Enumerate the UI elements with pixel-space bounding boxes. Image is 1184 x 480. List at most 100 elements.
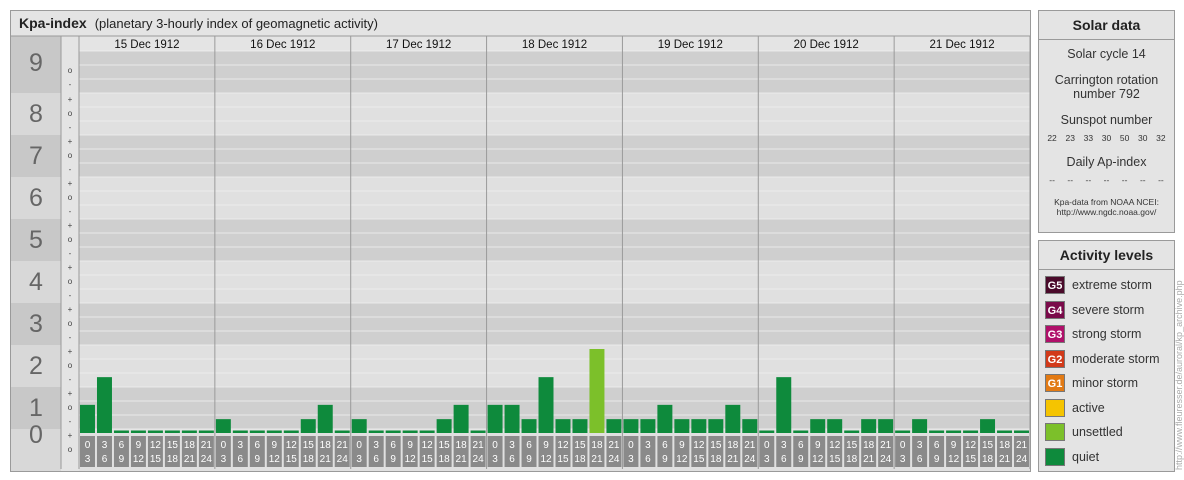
time-label-start: 12 <box>557 440 569 451</box>
kp-bar <box>368 430 384 433</box>
time-label-start: 18 <box>727 440 739 451</box>
time-label-start: 21 <box>880 440 892 451</box>
time-label-start: 18 <box>320 440 332 451</box>
kp-bar <box>776 377 792 433</box>
day-label: 19 Dec 1912 <box>658 39 723 51</box>
level-label: severe storm <box>1072 302 1145 317</box>
kp-bar <box>657 404 673 433</box>
level-swatch <box>1045 423 1065 442</box>
y-sub-tick: o <box>68 445 73 454</box>
y-sub-tick: + <box>68 347 73 356</box>
y-sub-tick: o <box>68 109 73 118</box>
time-label-start: 3 <box>509 440 515 451</box>
level-g4: G4 severe storm <box>1039 298 1174 323</box>
ap-value: -- <box>1103 175 1110 185</box>
kp-bar <box>589 349 605 433</box>
time-label-start: 0 <box>628 440 634 451</box>
time-label-start: 21 <box>473 440 485 451</box>
time-label-end: 12 <box>269 454 281 465</box>
day-label: 17 Dec 1912 <box>386 39 451 51</box>
time-label-start: 12 <box>693 440 705 451</box>
kp-bar <box>674 419 690 433</box>
y-sub-tick: o <box>68 151 73 160</box>
y-sub-tick: o <box>68 403 73 412</box>
time-label-start: 6 <box>390 440 396 451</box>
time-label-start: 12 <box>150 440 162 451</box>
sunspot-heading: Sunspot number <box>1060 113 1153 127</box>
time-label-start: 21 <box>744 440 756 451</box>
y-tick-label: 1 <box>29 394 43 422</box>
kp-bar <box>759 430 775 433</box>
time-label-end: 15 <box>965 454 977 465</box>
time-label-start: 12 <box>286 440 298 451</box>
y-sub-tick: o <box>68 361 73 370</box>
level-label: extreme storm <box>1072 278 1152 293</box>
kpa-chart-panel: Kpa-index (planetary 3-hourly index of ge… <box>10 10 1031 472</box>
y-level-band <box>79 93 1030 135</box>
time-label-end: 18 <box>574 454 586 465</box>
kp-bar <box>844 430 860 433</box>
y-sub-tick: - <box>69 375 72 384</box>
kp-bar <box>113 430 129 433</box>
time-label-end: 18 <box>982 454 994 465</box>
y-sub-tick: + <box>68 95 73 104</box>
time-label-start: 12 <box>422 440 434 451</box>
solar-cycle: Solar cycle 14 <box>1067 47 1146 61</box>
level-quiet: quiet <box>1039 445 1174 470</box>
y-sub-tick: - <box>69 165 72 174</box>
time-label-start: 9 <box>951 440 957 451</box>
time-label-start: 6 <box>662 440 668 451</box>
y-sub-tick: + <box>68 389 73 398</box>
y-level-band <box>79 303 1030 345</box>
time-label-start: 3 <box>917 440 923 451</box>
kp-bar <box>181 430 197 433</box>
day-label: 21 Dec 1912 <box>929 39 994 51</box>
time-label-start: 9 <box>407 440 413 451</box>
y-level-band <box>79 219 1030 261</box>
source-line-2: http://www.ngdc.noaa.gov/ <box>1056 207 1157 217</box>
source-line-1: Kpa-data from NOAA NCEI: <box>1054 197 1159 207</box>
kp-bar <box>623 419 639 433</box>
sunspot-value: 22 <box>1047 133 1057 143</box>
time-label-start: 3 <box>102 440 108 451</box>
level-g5: G5 extreme storm <box>1039 273 1174 298</box>
y-tick-label: 0 <box>29 421 43 449</box>
y-sub-tick: o <box>68 193 73 202</box>
kp-bar <box>691 419 707 433</box>
time-label-end: 21 <box>999 454 1011 465</box>
time-label-start: 18 <box>863 440 875 451</box>
solar-data-panel: Solar data Solar cycle 14 Carrington rot… <box>1038 10 1175 233</box>
y-tick-label: 5 <box>29 226 43 254</box>
y-sub-tick: - <box>69 80 72 89</box>
time-label-start: 0 <box>900 440 906 451</box>
time-label-end: 3 <box>221 454 227 465</box>
kp-bar <box>351 419 367 433</box>
y-sub-tick: - <box>69 207 72 216</box>
time-label-start: 3 <box>373 440 379 451</box>
kp-bar <box>283 430 299 433</box>
time-label-start: 15 <box>439 440 451 451</box>
y-sub-tick: - <box>69 249 72 258</box>
time-label-start: 0 <box>85 440 91 451</box>
ap-value: -- <box>1085 175 1092 185</box>
time-label-end: 9 <box>662 454 668 465</box>
level-label: active <box>1072 400 1105 415</box>
level-label: quiet <box>1072 449 1100 464</box>
kp-bar <box>538 377 554 433</box>
y-sub-tick: + <box>68 221 73 230</box>
time-label-start: 21 <box>337 440 349 451</box>
y-sub-tick: + <box>68 431 73 440</box>
y-sub-tick: + <box>68 179 73 188</box>
time-label-end: 15 <box>693 454 705 465</box>
time-label-end: 15 <box>829 454 841 465</box>
level-label: unsettled <box>1072 425 1123 440</box>
time-label-start: 9 <box>272 440 278 451</box>
kp-bar <box>606 419 622 433</box>
y-sub-tick: o <box>68 319 73 328</box>
y-sub-tick: - <box>69 333 72 342</box>
time-label-start: 18 <box>999 440 1011 451</box>
time-label-end: 12 <box>948 454 960 465</box>
carrington-line-2: number 792 <box>1073 87 1140 101</box>
time-label-start: 21 <box>1016 440 1028 451</box>
time-label-end: 12 <box>133 454 145 465</box>
